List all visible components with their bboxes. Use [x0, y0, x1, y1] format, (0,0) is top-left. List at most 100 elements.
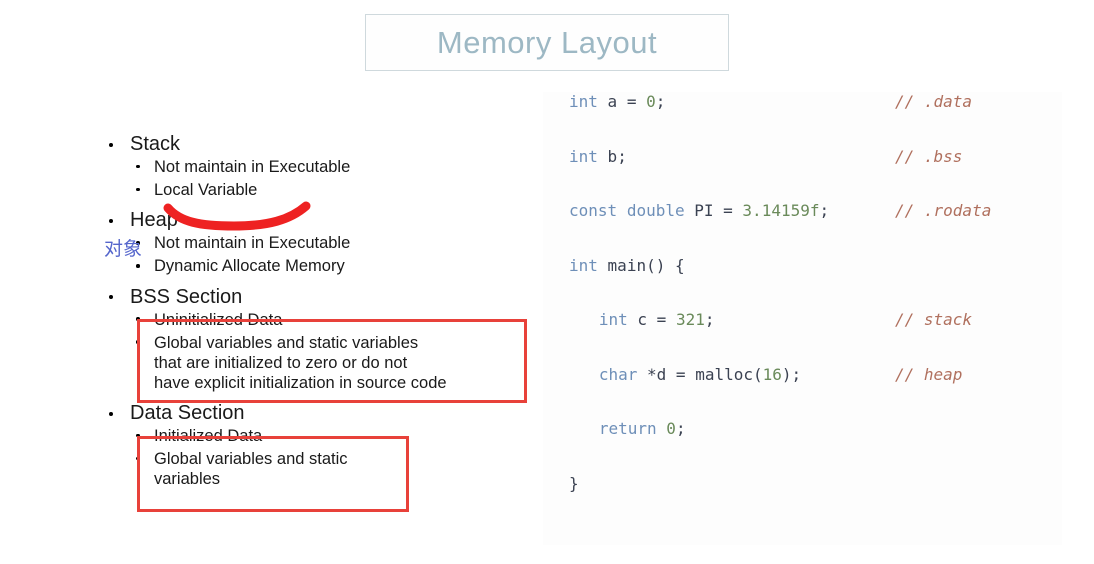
outline-subitem: Global variables and static variables tha… [104, 333, 544, 393]
code-token-id: a [607, 92, 618, 111]
bullet-dot-icon [109, 219, 113, 224]
code-token-pun: ; [819, 201, 830, 220]
code-token-id: malloc [695, 364, 753, 384]
code-comment: // heap [895, 364, 963, 384]
code-token-kw: const [569, 201, 618, 220]
outline-subitem-group: Not maintain in Executable Local Variable [104, 157, 544, 200]
bullet-dot-icon [109, 411, 113, 416]
code-token-pun: ; [655, 92, 666, 111]
code-source-text: int a = 0; [569, 92, 665, 111]
code-line: const double PI = 3.14159f; // .rodata [543, 201, 1062, 256]
outline-subitem-label: Global variables and static variables [154, 450, 348, 489]
outline-subitem-label: Local Variable [154, 181, 258, 200]
bullet-dot-icon [136, 433, 140, 438]
code-line: } [543, 474, 1062, 529]
code-line: int c = 321; // stack [543, 310, 1062, 365]
code-token-num: 0 [666, 419, 676, 438]
outline-subitem-label: Dynamic Allocate Memory [154, 257, 345, 276]
code-source-text: return 0; [569, 419, 686, 438]
code-token-pun: ; [704, 310, 715, 329]
code-token-kw: double [626, 201, 685, 220]
handwritten-cjk-note: 对象 [104, 238, 143, 260]
bullet-dot-icon [109, 295, 113, 300]
code-token-id: main [607, 255, 647, 275]
code-token-kw: int [569, 92, 598, 111]
outline-subitem: Initialized Data [104, 426, 544, 446]
code-token-id: c [637, 310, 648, 329]
code-token-pun [685, 201, 695, 220]
code-line: int main() { [543, 256, 1062, 311]
outline-subitem: Local Variable [104, 180, 544, 200]
code-token-pun: = [666, 364, 696, 384]
code-source-text: } [569, 474, 579, 493]
code-token-pun: ; [617, 146, 627, 166]
code-source-text: int main() { [569, 256, 685, 275]
code-line: char *d = malloc(16); // heap [543, 365, 1062, 420]
code-token-pun: ; [675, 419, 686, 438]
bullet-dot-icon [136, 456, 140, 461]
outline-section-label: Data Section [130, 402, 245, 424]
code-token-num: 16 [762, 364, 782, 384]
memory-sections-outline: Stack Not maintain in Executable Local Var… [104, 134, 544, 489]
outline-subitem: Not maintain in Executable [104, 157, 544, 177]
code-line: int a = 0; // .data [543, 92, 1062, 147]
code-comment: // stack [895, 310, 973, 329]
code-token-kw: int [598, 310, 628, 329]
bullet-dot-icon [136, 264, 140, 268]
code-token-num: 321 [675, 310, 705, 329]
outline-subitem: Not maintain in Executable [104, 233, 544, 253]
code-comment: // .bss [895, 146, 963, 166]
code-token-pun: () { [646, 255, 685, 275]
page-title: Memory Layout [436, 24, 658, 60]
code-token-pun [657, 419, 667, 438]
code-sample-panel: int a = 0; // .data int b; // .bss const dou… [543, 92, 1062, 545]
outline-section-title: Data Section [104, 403, 544, 423]
code-token-kw: return [598, 419, 657, 438]
code-token-pun: ); [781, 364, 802, 384]
outline-subitem-label: Not maintain in Executable [154, 234, 351, 253]
code-token-pun [598, 256, 608, 275]
outline-subitem-label: Global variables and static variables tha… [154, 333, 447, 392]
outline-subitem: Dynamic Allocate Memory [104, 256, 544, 276]
outline-subitem-group: Initialized Data Global variables and sta… [104, 426, 544, 489]
outline-section-title: BSS Section [104, 287, 544, 307]
code-source-text: const double PI = 3.14159f; [569, 201, 829, 220]
code-token-pun: = [713, 201, 743, 220]
code-token-pun: * [637, 364, 657, 384]
bullet-dot-icon [136, 164, 140, 169]
outline-subitem-group: Uninitialized Data Global variables and s… [104, 310, 544, 394]
bullet-dot-icon [109, 142, 113, 147]
outline-section-title: Stack [104, 134, 544, 154]
code-comment: // .rodata [895, 201, 992, 220]
bullet-dot-icon [136, 340, 140, 344]
slide-title-box: Memory Layout [365, 14, 729, 71]
code-line: int b; // .bss [543, 147, 1062, 202]
code-source-text: int c = 321; [569, 310, 715, 329]
code-source-text: int b; [569, 147, 627, 166]
code-token-pun [598, 92, 608, 111]
outline-subitem-label: Not maintain in Executable [154, 158, 351, 176]
code-token-id: PI [694, 201, 714, 220]
outline-subitem-label: Initialized Data [154, 427, 263, 445]
outline-subitem-group: Not maintain in Executable Dynamic Alloca… [104, 233, 544, 276]
outline-subitem: Uninitialized Data [104, 310, 544, 330]
code-token-kw: int [569, 146, 598, 166]
outline-section-title: Heap [104, 210, 544, 230]
code-comment: // .data [895, 92, 973, 111]
code-token-pun [628, 310, 638, 329]
code-token-id: b [607, 146, 618, 166]
bullet-dot-icon [136, 317, 140, 321]
code-token-kw: int [569, 255, 598, 275]
code-token-num: 0 [646, 92, 656, 111]
code-source-text: char *d = malloc(16); [569, 365, 801, 384]
code-token-pun [617, 201, 627, 220]
outline-subitem: Global variables and static variables [104, 449, 544, 489]
bullet-dot-icon [136, 187, 140, 192]
outline-subitem-label: Uninitialized Data [154, 310, 283, 329]
outline-section-label: Heap [130, 209, 178, 232]
code-token-pun [598, 147, 608, 166]
code-token-pun: ( [753, 364, 763, 384]
code-line: return 0; [543, 419, 1062, 474]
code-token-pun: = [617, 92, 647, 111]
outline-section-label: BSS Section [130, 285, 243, 308]
